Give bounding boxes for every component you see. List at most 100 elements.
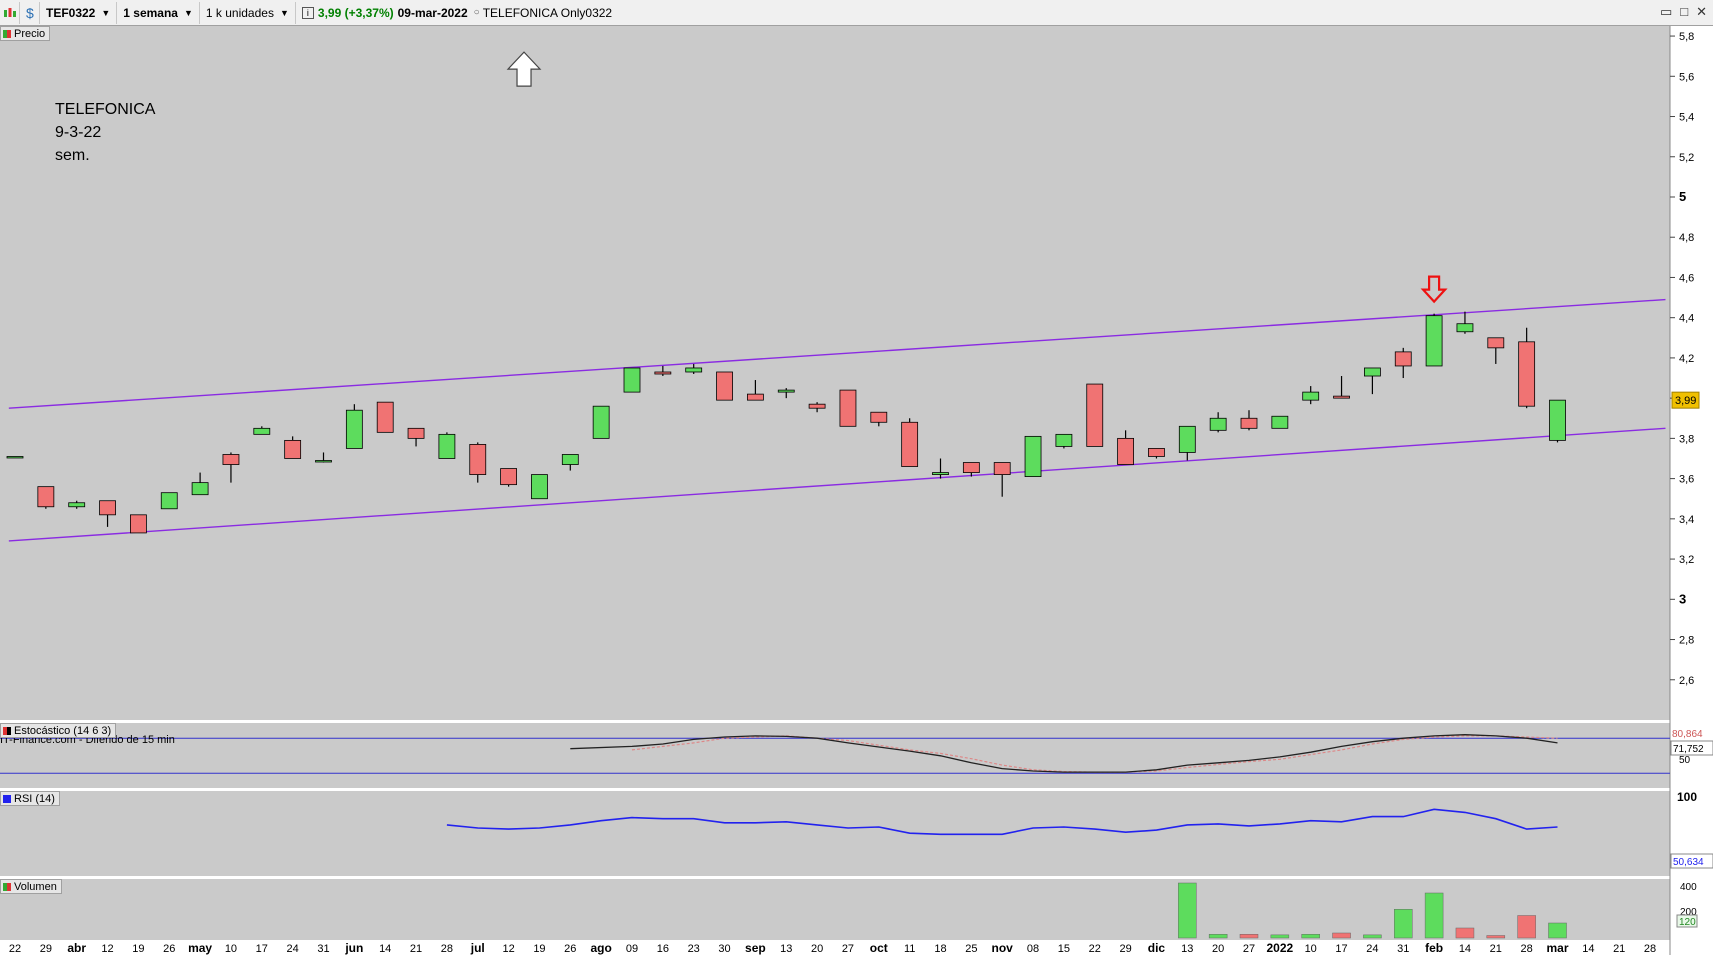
candle-down xyxy=(99,500,116,516)
candle-up xyxy=(932,472,949,475)
volume-bar-up xyxy=(1178,882,1197,939)
x-tick-label: 31 xyxy=(1397,943,1409,955)
price-tick-label: 5,4 xyxy=(1679,112,1694,124)
x-tick-label: 21 xyxy=(1613,943,1625,955)
volume-bar-down xyxy=(1332,932,1351,939)
x-tick-label: 29 xyxy=(1119,943,1131,955)
candle-down xyxy=(1394,351,1412,367)
candle-down xyxy=(808,403,826,409)
x-tick-label: 09 xyxy=(626,943,638,955)
x-tick-label: 26 xyxy=(564,943,576,955)
candle-down xyxy=(1148,448,1165,457)
candle-down xyxy=(1333,395,1350,399)
x-tick-label: jun xyxy=(344,941,363,955)
candle-up xyxy=(1055,433,1073,447)
x-tick-label: jul xyxy=(470,941,485,955)
volume-bar-down xyxy=(1517,915,1536,939)
x-tick-label: 31 xyxy=(317,943,329,955)
candle-down xyxy=(962,462,980,473)
dollar-icon[interactable]: $ xyxy=(20,1,40,24)
x-tick-label: may xyxy=(188,941,212,955)
price-tick-label: 3,6 xyxy=(1679,474,1694,486)
rsi-panel-label[interactable]: RSI (14) xyxy=(0,791,60,806)
units-label: 1 k unidades xyxy=(205,5,274,20)
volume-bar-up xyxy=(1548,922,1567,939)
instrument-name: TELEFONICA Only0322 xyxy=(482,5,613,20)
x-tick-label: 24 xyxy=(287,943,299,955)
volume-tick-label: 400 xyxy=(1680,882,1697,893)
price-tick-label: 2,6 xyxy=(1679,675,1694,687)
x-tick-label: sep xyxy=(745,941,766,955)
candle-down xyxy=(407,427,425,439)
x-tick-label: abr xyxy=(67,941,86,955)
units-selector[interactable]: 1 k unidades ▼ xyxy=(200,1,296,24)
candle-up xyxy=(1178,425,1196,453)
volume-bar-up xyxy=(1301,934,1320,939)
volume-bar-down xyxy=(1239,934,1259,939)
price-tick-label: 2,8 xyxy=(1679,635,1694,647)
price-tick-label: 5,6 xyxy=(1679,71,1694,83)
x-tick-label: 28 xyxy=(1644,943,1656,955)
x-tick-label: oct xyxy=(870,941,888,955)
stochastic-label-text: Estocástico (14 6 3) xyxy=(14,724,112,737)
chart-area[interactable]: 5,85,65,45,254,84,64,44,243,83,63,43,232… xyxy=(0,26,1713,955)
x-tick-label: 22 xyxy=(9,943,21,955)
candle-up xyxy=(253,427,271,435)
note-line: sem. xyxy=(55,147,90,164)
x-tick-label: 19 xyxy=(132,943,144,955)
price-tick-label: 4,6 xyxy=(1679,272,1694,284)
price-label-text: Precio xyxy=(14,27,46,40)
rsi-last-value: 50,634 xyxy=(1673,857,1704,868)
stochastic-d-value: 80,864 xyxy=(1672,729,1703,740)
candle-up xyxy=(345,409,363,449)
price-tick-label: 5,8 xyxy=(1679,31,1694,43)
x-tick-label: 21 xyxy=(410,943,422,955)
minimize-icon[interactable]: ▭ xyxy=(1660,4,1672,20)
candle-up xyxy=(68,502,86,508)
price-tick-label: 3,2 xyxy=(1679,554,1694,566)
price-tick-label: 4,8 xyxy=(1679,232,1694,244)
x-tick-label: 14 xyxy=(1459,943,1471,955)
volume-bar-up xyxy=(1270,934,1290,939)
candle-down xyxy=(37,486,55,508)
candle-up xyxy=(1209,417,1227,431)
stochastic-tick-label: 50 xyxy=(1679,755,1691,766)
maximize-icon[interactable]: □ xyxy=(1680,4,1688,20)
candle-up xyxy=(1302,391,1320,401)
x-tick-label: 19 xyxy=(533,943,545,955)
x-tick-label: 20 xyxy=(811,943,823,955)
candle-up xyxy=(191,482,209,496)
candle-up xyxy=(1364,367,1381,377)
stochastic-panel-bg xyxy=(0,723,1670,788)
candle-up xyxy=(623,367,641,393)
candlestick-chart-icon[interactable] xyxy=(0,1,20,24)
x-tick-label: 17 xyxy=(1335,943,1347,955)
info-icon[interactable]: i xyxy=(301,6,314,19)
price-tick-label: 3 xyxy=(1679,591,1686,606)
x-tick-label: 20 xyxy=(1212,943,1224,955)
x-tick-label: 2022 xyxy=(1266,941,1293,955)
price-panel-label[interactable]: Precio xyxy=(0,26,51,41)
rsi-swatch-icon xyxy=(3,794,11,803)
candle-up xyxy=(6,456,24,459)
x-tick-label: 27 xyxy=(1243,943,1255,955)
candle-up xyxy=(315,460,332,463)
x-tick-label: dic xyxy=(1148,941,1166,955)
chart-svg[interactable]: 5,85,65,45,254,84,64,44,243,83,63,43,232… xyxy=(0,26,1713,955)
close-icon[interactable]: ✕ xyxy=(1696,4,1707,20)
timeframe-selector[interactable]: 1 semana ▼ xyxy=(117,1,200,24)
quote-info: i 3,99 (+3,37%) 09-mar-2022 ○ TELEFONICA… xyxy=(296,2,618,24)
symbol-selector[interactable]: TEF0322 ▼ xyxy=(40,1,118,24)
candle-up xyxy=(685,367,703,373)
price-tick-label: 3,8 xyxy=(1679,433,1694,445)
price-tick-label: 5,2 xyxy=(1679,152,1694,164)
stochastic-panel-label[interactable]: Estocástico (14 6 3) xyxy=(0,723,117,738)
x-tick-label: 10 xyxy=(1305,943,1317,955)
last-quote: 3,99 (+3,37%) xyxy=(317,5,394,20)
chart-note: TELEFONICA 9-3-22 sem. xyxy=(55,98,155,167)
x-tick-label: 16 xyxy=(657,943,669,955)
rsi-label-text: RSI (14) xyxy=(14,792,55,805)
candle-down xyxy=(747,393,764,401)
x-tick-label: 14 xyxy=(379,943,391,955)
volume-panel-label[interactable]: Volumen xyxy=(0,879,62,894)
